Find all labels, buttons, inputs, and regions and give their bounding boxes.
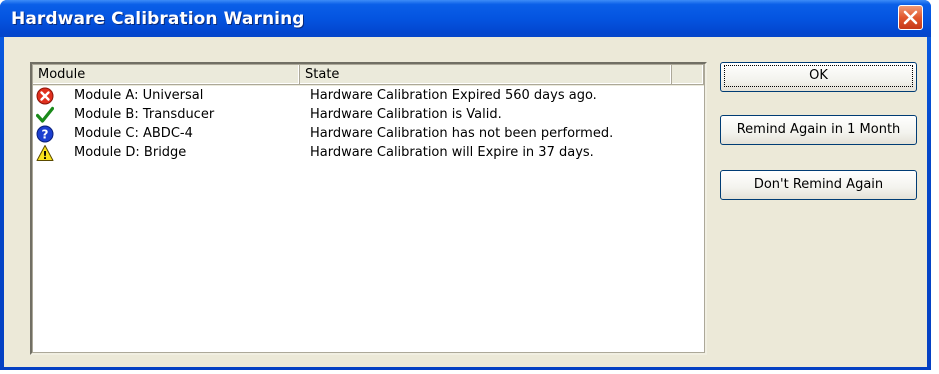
module-list[interactable]: Module State Module A: Universal Hardwar… — [30, 62, 707, 355]
column-header-filler — [672, 65, 704, 85]
dont-remind-button[interactable]: Don't Remind Again — [720, 170, 917, 200]
list-item[interactable]: ! Module D: Bridge Hardware Calibration … — [33, 143, 704, 163]
module-name: Module B: Transducer — [74, 107, 215, 122]
module-name: Module A: Universal — [74, 88, 204, 103]
question-icon: ? — [36, 125, 54, 143]
list-header: Module State — [33, 65, 704, 86]
dialog-window: Hardware Calibration Warning Module Stat… — [0, 0, 931, 370]
title-bar[interactable]: Hardware Calibration Warning — [0, 0, 931, 37]
remind-later-button[interactable]: Remind Again in 1 Month — [720, 115, 917, 145]
close-icon — [903, 10, 918, 25]
column-header-module[interactable]: Module — [33, 65, 300, 85]
module-name: Module D: Bridge — [74, 145, 187, 160]
module-state: Hardware Calibration will Expire in 37 d… — [310, 145, 594, 160]
list-item[interactable]: Module B: Transducer Hardware Calibratio… — [33, 105, 704, 125]
svg-text:?: ? — [42, 128, 49, 142]
module-name: Module C: ABDC-4 — [74, 126, 193, 141]
dialog-body: Module State Module A: Universal Hardwar… — [4, 37, 927, 367]
ok-button[interactable]: OK — [720, 62, 917, 92]
close-button[interactable] — [898, 5, 923, 30]
column-header-state[interactable]: State — [300, 65, 672, 85]
list-item[interactable]: ? Module C: ABDC-4 Hardware Calibration … — [33, 124, 704, 144]
check-icon — [36, 106, 54, 123]
error-icon — [36, 87, 54, 105]
ok-label: OK — [724, 65, 913, 87]
warning-icon: ! — [36, 145, 54, 162]
list-item[interactable]: Module A: Universal Hardware Calibration… — [33, 86, 704, 106]
module-state: Hardware Calibration has not been perfor… — [310, 126, 614, 141]
window-title: Hardware Calibration Warning — [11, 9, 305, 29]
module-state: Hardware Calibration is Valid. — [310, 107, 502, 122]
module-state: Hardware Calibration Expired 560 days ag… — [310, 88, 597, 103]
svg-text:!: ! — [42, 149, 47, 162]
